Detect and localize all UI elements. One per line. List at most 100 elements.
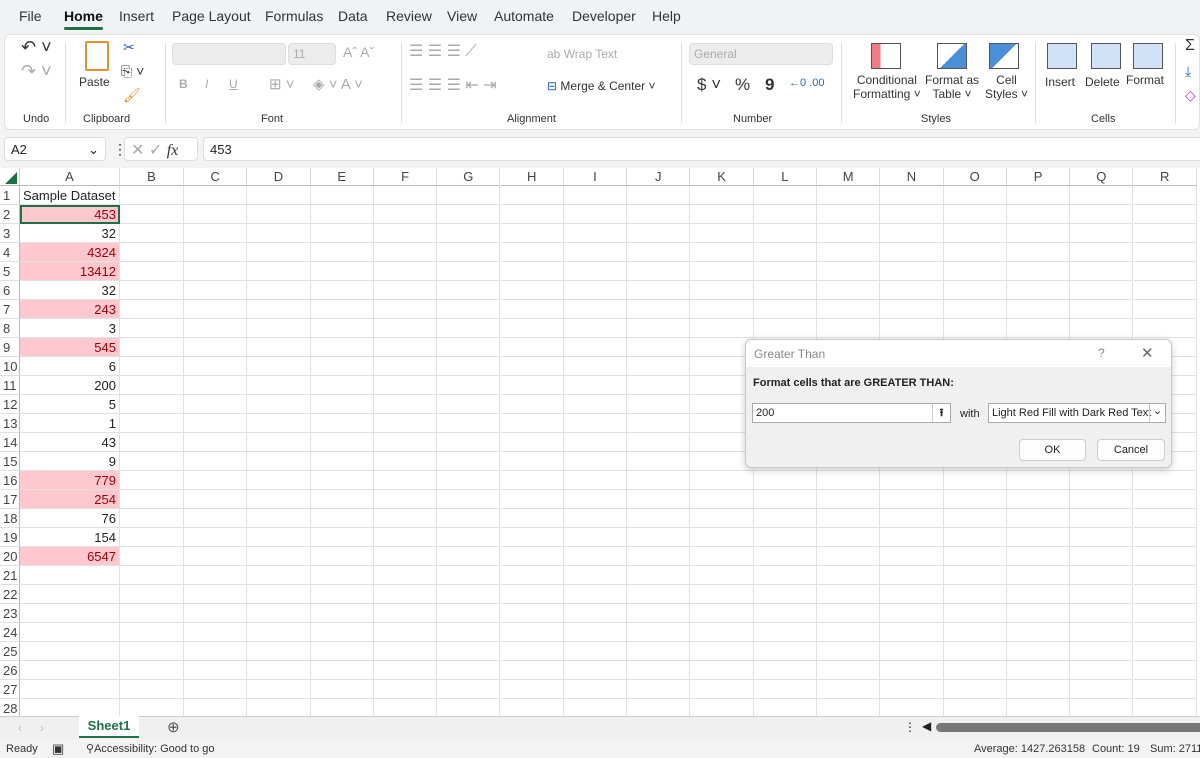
row-header[interactable]: 8	[0, 319, 20, 338]
column-header-o[interactable]: O	[943, 168, 1007, 186]
cell-f18[interactable]	[373, 509, 438, 528]
cell-j28[interactable]	[627, 699, 691, 716]
cell-a22[interactable]	[20, 585, 120, 604]
cell-j17[interactable]	[627, 490, 691, 509]
cell-e3[interactable]	[310, 224, 374, 243]
cell-b11[interactable]	[120, 376, 184, 395]
column-header-b[interactable]: B	[120, 168, 184, 186]
merge-center-button[interactable]: ⊟ Merge & Center ˅	[547, 79, 655, 93]
cell-l28[interactable]	[754, 699, 817, 716]
cell-p24[interactable]	[1006, 623, 1071, 642]
cell-a16[interactable]: 779	[20, 471, 120, 490]
row-header[interactable]: 16	[0, 471, 20, 490]
conditional-formatting-icon[interactable]	[871, 43, 901, 69]
cell-f9[interactable]	[373, 338, 438, 357]
cell-e24[interactable]	[310, 623, 374, 642]
cell-k24[interactable]	[690, 623, 754, 642]
cell-k18[interactable]	[690, 509, 754, 528]
currency-button[interactable]: $ ˅	[697, 75, 721, 95]
cell-k27[interactable]	[690, 680, 754, 699]
cell-n18[interactable]	[880, 509, 944, 528]
cell-a25[interactable]	[20, 642, 120, 661]
cell-b2[interactable]	[120, 205, 184, 224]
menu-tab-automate[interactable]: Automate	[494, 8, 554, 24]
cell-c12[interactable]	[184, 395, 248, 414]
accessibility-button[interactable]: ⚲Accessibility: Good to go	[86, 742, 215, 755]
cell-l18[interactable]	[753, 509, 817, 528]
cell-a11[interactable]: 200	[20, 376, 120, 395]
scroll-tabs-right-icon[interactable]: ›	[40, 721, 44, 735]
cell-n23[interactable]	[880, 604, 944, 623]
cell-c23[interactable]	[184, 604, 248, 623]
cell-o7[interactable]	[943, 300, 1007, 319]
cell-i13[interactable]	[563, 414, 628, 433]
cell-r3[interactable]	[1133, 224, 1197, 243]
clear-icon[interactable]: ◇	[1185, 87, 1196, 104]
cell-h21[interactable]	[500, 566, 564, 585]
cell-e19[interactable]	[310, 528, 374, 547]
menu-tab-insert[interactable]: Insert	[119, 8, 154, 24]
cell-d11[interactable]	[247, 376, 311, 395]
cell-o24[interactable]	[943, 623, 1007, 642]
cell-p20[interactable]	[1006, 547, 1071, 566]
cell-q7[interactable]	[1070, 300, 1134, 319]
format-select[interactable]: Light Red Fill with Dark Red Text ⌄	[988, 403, 1166, 423]
select-all-button[interactable]	[0, 168, 20, 186]
cell-g10[interactable]	[437, 357, 501, 376]
cell-d22[interactable]	[247, 585, 311, 604]
cell-c22[interactable]	[184, 585, 248, 604]
cell-c26[interactable]	[184, 661, 248, 680]
cell-c11[interactable]	[184, 376, 248, 395]
cell-l26[interactable]	[753, 661, 817, 680]
column-header-g[interactable]: G	[437, 168, 501, 186]
cell-i3[interactable]	[563, 224, 628, 243]
cell-g1[interactable]	[437, 186, 501, 205]
cell-d14[interactable]	[247, 433, 311, 452]
row-header[interactable]: 3	[0, 224, 20, 243]
cell-k6[interactable]	[690, 281, 754, 300]
cell-l6[interactable]	[753, 281, 817, 300]
copy-icon[interactable]: ⎘ ˅	[121, 63, 144, 80]
cell-i7[interactable]	[563, 300, 628, 319]
cell-a9[interactable]: 545	[20, 338, 120, 357]
delete-cells-icon[interactable]	[1091, 43, 1121, 69]
row-header[interactable]: 20	[0, 547, 20, 566]
cell-c9[interactable]	[184, 338, 248, 357]
cell-d25[interactable]	[247, 642, 311, 661]
cell-l3[interactable]	[753, 224, 817, 243]
cell-f14[interactable]	[373, 433, 438, 452]
cell-l4[interactable]	[753, 243, 817, 262]
cell-j9[interactable]	[627, 338, 691, 357]
cell-e8[interactable]	[310, 319, 374, 338]
paste-button[interactable]: Paste	[79, 75, 110, 89]
cell-d21[interactable]	[247, 566, 311, 585]
cell-d28[interactable]	[247, 699, 311, 716]
scroll-tabs-left-icon[interactable]: ‹	[18, 721, 22, 735]
cell-k25[interactable]	[690, 642, 754, 661]
cell-c4[interactable]	[184, 243, 248, 262]
cell-k2[interactable]	[690, 205, 754, 224]
cell-l1[interactable]	[753, 186, 817, 205]
cell-a28[interactable]	[20, 699, 120, 716]
cell-l22[interactable]	[753, 585, 817, 604]
cell-j11[interactable]	[627, 376, 691, 395]
cell-h11[interactable]	[500, 376, 564, 395]
cell-l27[interactable]	[753, 680, 817, 699]
cut-icon[interactable]: ✂	[123, 39, 135, 56]
cell-p21[interactable]	[1006, 566, 1071, 585]
cell-e11[interactable]	[310, 376, 374, 395]
cell-d10[interactable]	[247, 357, 311, 376]
cell-q20[interactable]	[1070, 547, 1134, 566]
cell-c10[interactable]	[184, 357, 248, 376]
cell-e7[interactable]	[310, 300, 374, 319]
cell-r7[interactable]	[1133, 300, 1197, 319]
column-header-l[interactable]: L	[753, 168, 817, 186]
row-header[interactable]: 9	[0, 338, 20, 357]
cell-j14[interactable]	[627, 433, 691, 452]
cell-f22[interactable]	[373, 585, 438, 604]
cell-p1[interactable]	[1006, 186, 1071, 205]
cell-f6[interactable]	[373, 281, 438, 300]
cell-e15[interactable]	[310, 452, 374, 471]
cell-b5[interactable]	[120, 262, 184, 281]
cell-b13[interactable]	[120, 414, 184, 433]
